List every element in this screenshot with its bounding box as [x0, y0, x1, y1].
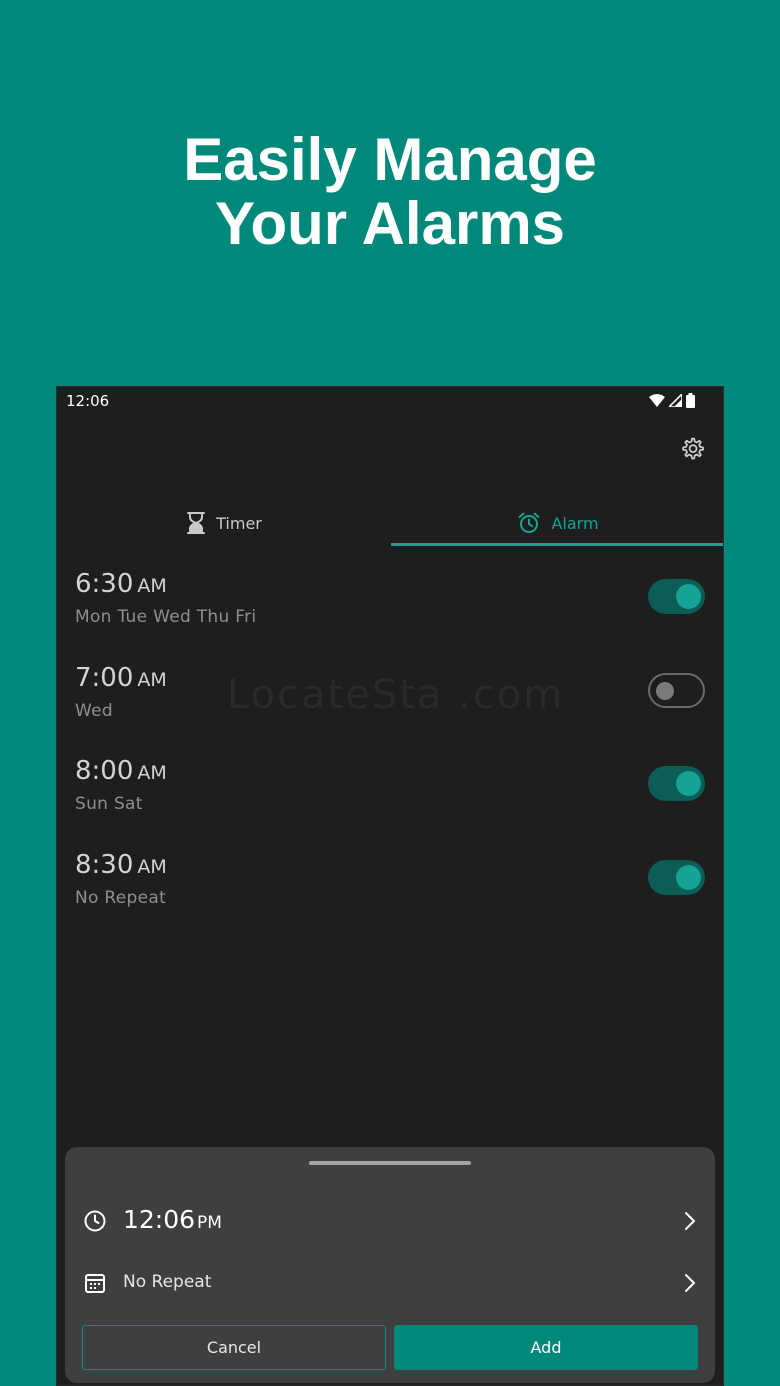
alarm-days: Sun Sat: [75, 794, 143, 814]
alarm-days: Mon Tue Wed Thu Fri: [75, 607, 257, 627]
settings-gear-icon[interactable]: [679, 435, 705, 461]
toggle-knob: [656, 681, 674, 700]
alarm-clock-icon: [518, 512, 540, 533]
alarm-item[interactable]: 6:30 AM Mon Tue Wed Thu Fri: [57, 559, 723, 653]
toggle-knob: [676, 771, 701, 796]
tab-alarm[interactable]: Alarm: [391, 499, 723, 547]
cancel-button[interactable]: Cancel: [82, 1325, 386, 1370]
alarm-item[interactable]: 8:00 AM Sun Sat: [57, 746, 723, 840]
tab-selected-indicator: [391, 543, 723, 546]
alarm-days: No Repeat: [75, 887, 167, 908]
tab-bar: Timer Alarm: [57, 499, 723, 547]
toggle-knob: [676, 584, 701, 609]
chevron-right-icon: [685, 1274, 696, 1292]
watermark: LocateSta .com: [227, 672, 565, 718]
alarm-time: 6:30 AM: [75, 569, 167, 599]
phone-screen: 12:06 Timer Alarm 6:30 AM Mon Tue Wed Th…: [56, 386, 724, 1386]
wifi-icon: [649, 394, 665, 407]
sheet-repeat-value: No Repeat: [123, 1272, 212, 1292]
alarm-time: 8:00 AM: [75, 756, 167, 786]
add-button[interactable]: Add: [394, 1325, 698, 1370]
alarm-toggle[interactable]: [648, 859, 705, 895]
promo-headline: Easily Manage Your Alarms: [0, 128, 780, 256]
calendar-icon: [85, 1274, 105, 1293]
add-alarm-sheet: 12:06 PM No Repeat Cancel Add: [65, 1147, 715, 1383]
status-icons: [649, 393, 695, 408]
alarm-toggle[interactable]: [648, 579, 705, 614]
alarm-time: 7:00 AM: [75, 662, 167, 693]
tab-timer-label: Timer: [216, 513, 262, 533]
battery-icon: [686, 393, 695, 408]
tab-alarm-label: Alarm: [551, 513, 599, 533]
signal-icon: [669, 394, 682, 407]
alarm-list: 6:30 AM Mon Tue Wed Thu Fri 7:00 AM Wed 8:…: [57, 559, 723, 933]
sheet-time-value: 12:06 PM: [123, 1205, 222, 1234]
chevron-right-icon: [685, 1212, 696, 1230]
status-bar: 12:06: [57, 387, 723, 415]
alarm-item[interactable]: 8:30 AM No Repeat: [57, 840, 723, 934]
alarm-toggle[interactable]: [648, 766, 705, 801]
alarm-toggle[interactable]: [648, 672, 705, 708]
tab-timer[interactable]: Timer: [57, 499, 391, 547]
headline-line-1: Easily Manage: [183, 126, 597, 193]
sheet-drag-handle[interactable]: [309, 1161, 471, 1165]
hourglass-icon: [187, 512, 206, 534]
status-time: 12:06: [66, 392, 110, 410]
toggle-knob: [676, 864, 701, 890]
sheet-time-row[interactable]: 12:06 PM: [65, 1193, 715, 1249]
clock-icon: [84, 1210, 106, 1232]
sheet-repeat-row[interactable]: No Repeat: [65, 1255, 715, 1311]
headline-line-2: Your Alarms: [214, 190, 566, 257]
alarm-time: 8:30 AM: [75, 849, 167, 880]
alarm-days: Wed: [75, 700, 113, 721]
